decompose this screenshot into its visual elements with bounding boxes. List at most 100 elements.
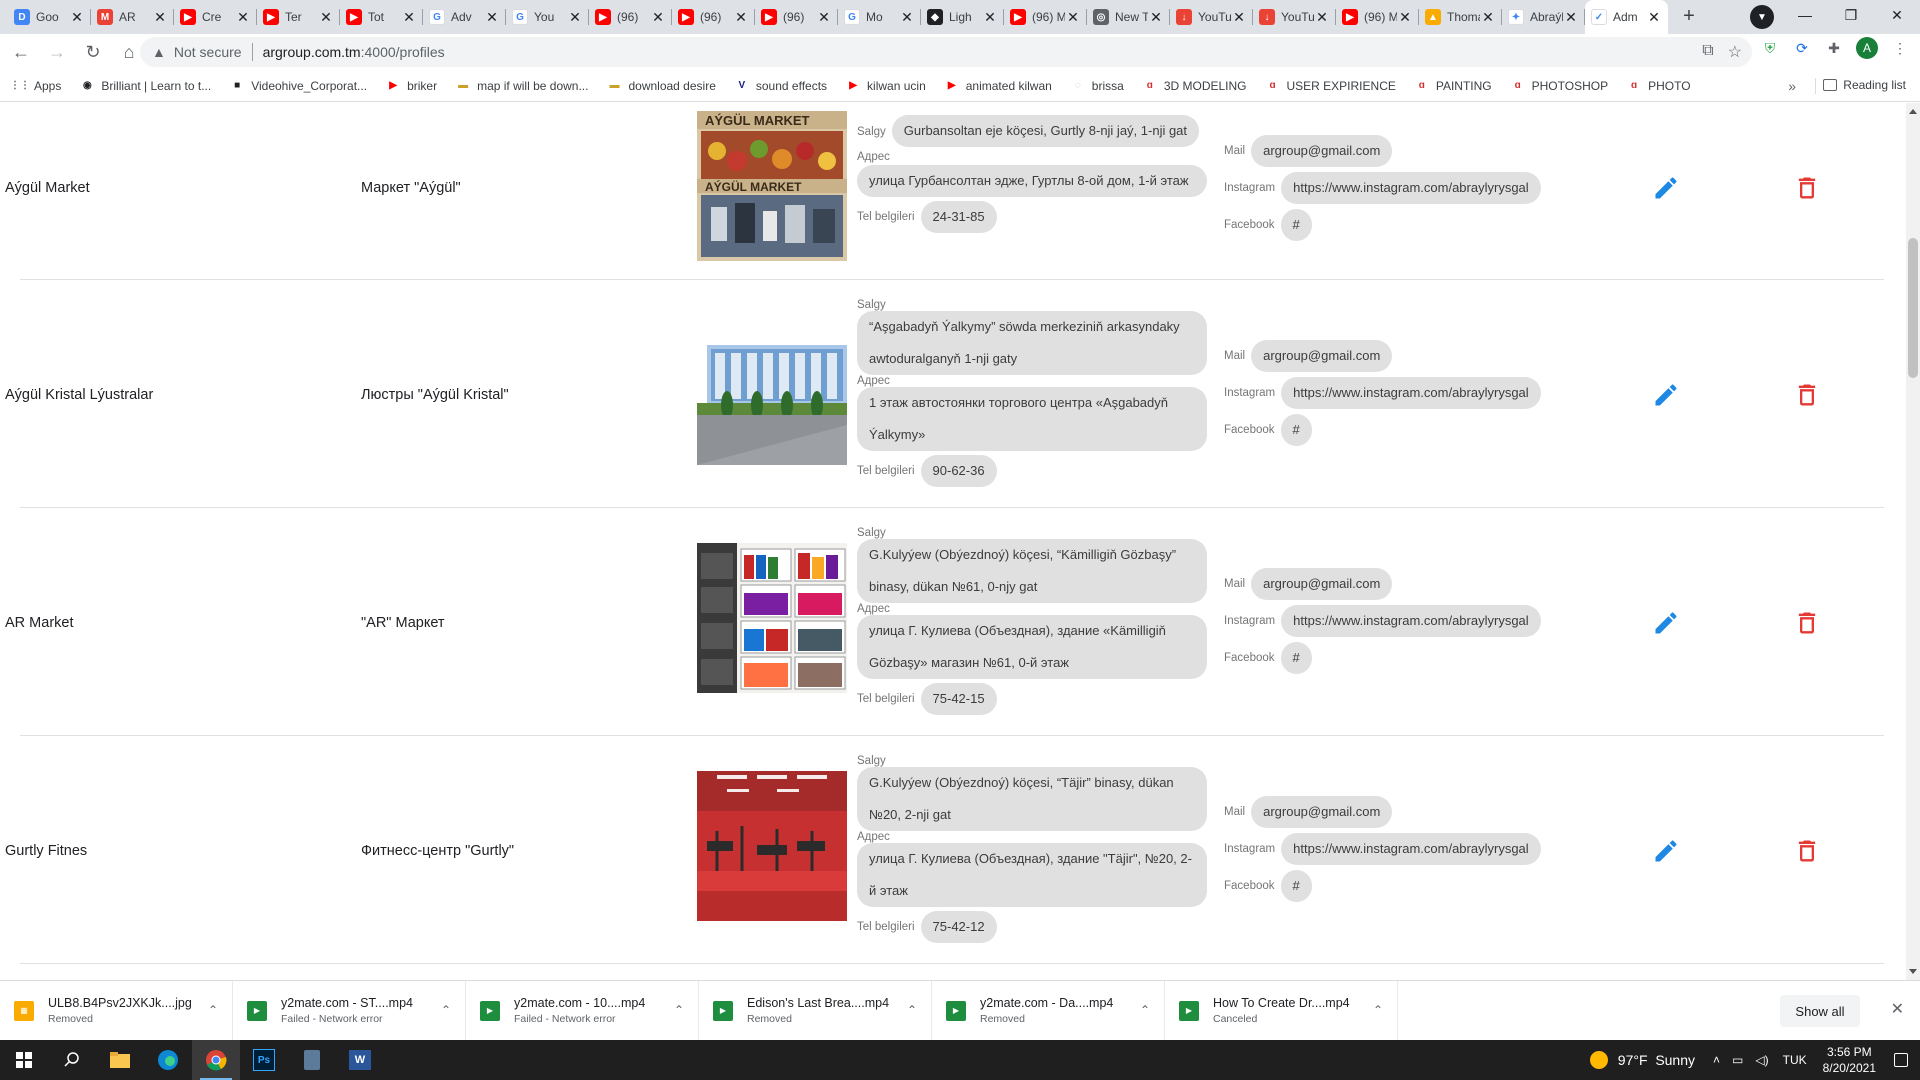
bookmark-item[interactable]: Vsound effects: [734, 79, 828, 93]
photoshop-icon[interactable]: Ps: [240, 1040, 288, 1080]
reading-list-button[interactable]: Reading list: [1823, 78, 1906, 92]
browser-tab[interactable]: ▶ (96) ✕: [589, 0, 672, 34]
browser-tab[interactable]: ▶ (96) Mo✕: [1004, 0, 1087, 34]
edge-icon[interactable]: [144, 1040, 192, 1080]
edit-icon[interactable]: [1652, 381, 1680, 409]
tab-close-icon[interactable]: ✕: [318, 9, 334, 25]
adblock-shield-icon[interactable]: ⛨: [1760, 38, 1780, 58]
tab-close-icon[interactable]: ✕: [152, 9, 168, 25]
profile-avatar[interactable]: A: [1856, 37, 1878, 59]
browser-tab[interactable]: ▶ (96) ✕: [672, 0, 755, 34]
search-icon[interactable]: [48, 1040, 96, 1080]
language-indicator[interactable]: TUK: [1783, 1053, 1807, 1067]
restore-icon[interactable]: ❐: [1828, 0, 1874, 30]
browser-tab[interactable]: ↓ YouTube✕: [1253, 0, 1336, 34]
address-bar[interactable]: ▲ Not secure argroup.com.tm:4000/profile…: [140, 37, 1752, 67]
tab-close-icon[interactable]: ✕: [650, 9, 666, 25]
page-scrollbar[interactable]: [1906, 103, 1920, 980]
tab-close-icon[interactable]: ✕: [1231, 9, 1247, 25]
tab-close-icon[interactable]: ✕: [1646, 9, 1662, 25]
tab-close-icon[interactable]: ✕: [1480, 9, 1496, 25]
word-icon[interactable]: W: [336, 1040, 384, 1080]
bookmark-item[interactable]: ⋮⋮ Apps: [10, 79, 61, 93]
tab-close-icon[interactable]: ✕: [1314, 9, 1330, 25]
tab-close-icon[interactable]: ✕: [816, 9, 832, 25]
sync-extension-icon[interactable]: ⟳: [1792, 38, 1812, 58]
bookmark-item[interactable]: ɑ PAINTING: [1414, 79, 1492, 93]
bookmark-item[interactable]: ◉ Brilliant | Learn to t...: [79, 79, 211, 93]
tab-close-icon[interactable]: ✕: [567, 9, 583, 25]
browser-tab[interactable]: G You ✕: [506, 0, 589, 34]
delete-icon[interactable]: [1793, 174, 1821, 202]
scroll-down-icon[interactable]: [1909, 969, 1917, 974]
browser-tab[interactable]: ✓ Adm ✕: [1585, 0, 1668, 34]
delete-icon[interactable]: [1793, 837, 1821, 865]
edit-icon[interactable]: [1652, 609, 1680, 637]
download-item[interactable]: ▶ y2mate.com - Da....mp4 Removed ⌃: [932, 980, 1165, 1041]
weather-widget[interactable]: 97°F Sunny: [1589, 1051, 1695, 1069]
back-icon[interactable]: ←: [6, 37, 36, 67]
notification-icon[interactable]: [1894, 1053, 1908, 1067]
bookmark-item[interactable]: ▶ animated kilwan: [944, 79, 1052, 93]
browser-tab[interactable]: ◆ Ligh ✕: [921, 0, 1004, 34]
bookmark-item[interactable]: ɑ PHOTOSHOP: [1510, 79, 1609, 93]
chevron-up-icon[interactable]: ⌃: [208, 1003, 218, 1017]
show-all-button[interactable]: Show all: [1780, 995, 1860, 1027]
tab-close-icon[interactable]: ✕: [1397, 9, 1413, 25]
clock[interactable]: 3:56 PM 8/20/2021: [1823, 1044, 1876, 1076]
bookmark-item[interactable]: ▬ map if will be down...: [455, 79, 588, 93]
bookmark-item[interactable]: ■ Videohive_Corporat...: [229, 79, 367, 93]
browser-tab[interactable]: G Adv ✕: [423, 0, 506, 34]
browser-tab[interactable]: ▶ (96) ✕: [755, 0, 838, 34]
edit-icon[interactable]: [1652, 837, 1680, 865]
browser-tab[interactable]: ✦ Abraýly✕: [1502, 0, 1585, 34]
download-item[interactable]: ▶ How To Create Dr....mp4 Canceled ⌃: [1165, 980, 1398, 1041]
chevron-up-icon[interactable]: ⌃: [674, 1003, 684, 1017]
url-text[interactable]: argroup.com.tm:4000/profiles: [263, 44, 445, 60]
chevron-up-icon[interactable]: ⌃: [1373, 1003, 1383, 1017]
browser-tab[interactable]: ◎ New Tab✕: [1087, 0, 1170, 34]
warning-icon[interactable]: ▲: [152, 44, 166, 60]
windows-start-icon[interactable]: [0, 1040, 48, 1080]
download-item[interactable]: ▶ y2mate.com - 10....mp4 Failed - Network …: [466, 980, 699, 1041]
bookmark-item[interactable]: ɑ PHOTO: [1626, 79, 1691, 93]
browser-tab[interactable]: ▲ Thomas✕: [1419, 0, 1502, 34]
chevron-up-icon[interactable]: ⌃: [1140, 1003, 1150, 1017]
chrome-taskbar-icon[interactable]: [192, 1040, 240, 1080]
download-item[interactable]: ▶ Edison's Last Brea....mp4 Removed ⌃: [699, 980, 932, 1041]
download-item[interactable]: ▦ ULB8.B4Psv2JXKJk....jpg Removed ⌃: [0, 980, 233, 1041]
bookmark-item[interactable]: ɑ 3D MODELING: [1142, 79, 1247, 93]
chevron-up-icon[interactable]: ⌃: [441, 1003, 451, 1017]
forward-icon[interactable]: →: [42, 37, 72, 67]
close-window-icon[interactable]: ✕: [1874, 0, 1920, 30]
browser-tab[interactable]: ▶ (96) Me✕: [1336, 0, 1419, 34]
new-tab-button[interactable]: +: [1674, 2, 1704, 32]
minimize-icon[interactable]: —: [1782, 0, 1828, 30]
volume-icon[interactable]: ◁): [1755, 1053, 1768, 1067]
browser-tab[interactable]: ▶ Cre ✕: [174, 0, 257, 34]
browser-tab[interactable]: D Goo ✕: [8, 0, 91, 34]
scroll-up-icon[interactable]: [1909, 109, 1917, 114]
chrome-menu-icon[interactable]: ⋮: [1890, 38, 1910, 58]
bookmark-star-icon[interactable]: ☆: [1728, 42, 1742, 62]
tab-close-icon[interactable]: ✕: [1065, 9, 1081, 25]
file-explorer-icon[interactable]: [96, 1040, 144, 1080]
tab-close-icon[interactable]: ✕: [899, 9, 915, 25]
tab-close-icon[interactable]: ✕: [69, 9, 85, 25]
tab-close-icon[interactable]: ✕: [1148, 9, 1164, 25]
extensions-puzzle-icon[interactable]: ✚: [1824, 38, 1844, 58]
tab-close-icon[interactable]: ✕: [733, 9, 749, 25]
delete-icon[interactable]: [1793, 381, 1821, 409]
bookmark-item[interactable]: ▬ download desire: [606, 79, 715, 93]
scrollbar-thumb[interactable]: [1908, 238, 1918, 378]
browser-tab[interactable]: ↓ YouTube✕: [1170, 0, 1253, 34]
tab-close-icon[interactable]: ✕: [982, 9, 998, 25]
chevron-up-icon[interactable]: ⌃: [907, 1003, 917, 1017]
tab-close-icon[interactable]: ✕: [235, 9, 251, 25]
browser-tab[interactable]: M AR ✕: [91, 0, 174, 34]
tab-close-icon[interactable]: ✕: [484, 9, 500, 25]
bookmark-item[interactable]: ◌ brissa: [1070, 79, 1124, 93]
browser-tab[interactable]: ▶ Tot ✕: [340, 0, 423, 34]
bookmark-item[interactable]: ɑ USER EXPIRIENCE: [1265, 79, 1395, 93]
calculator-icon[interactable]: [288, 1040, 336, 1080]
